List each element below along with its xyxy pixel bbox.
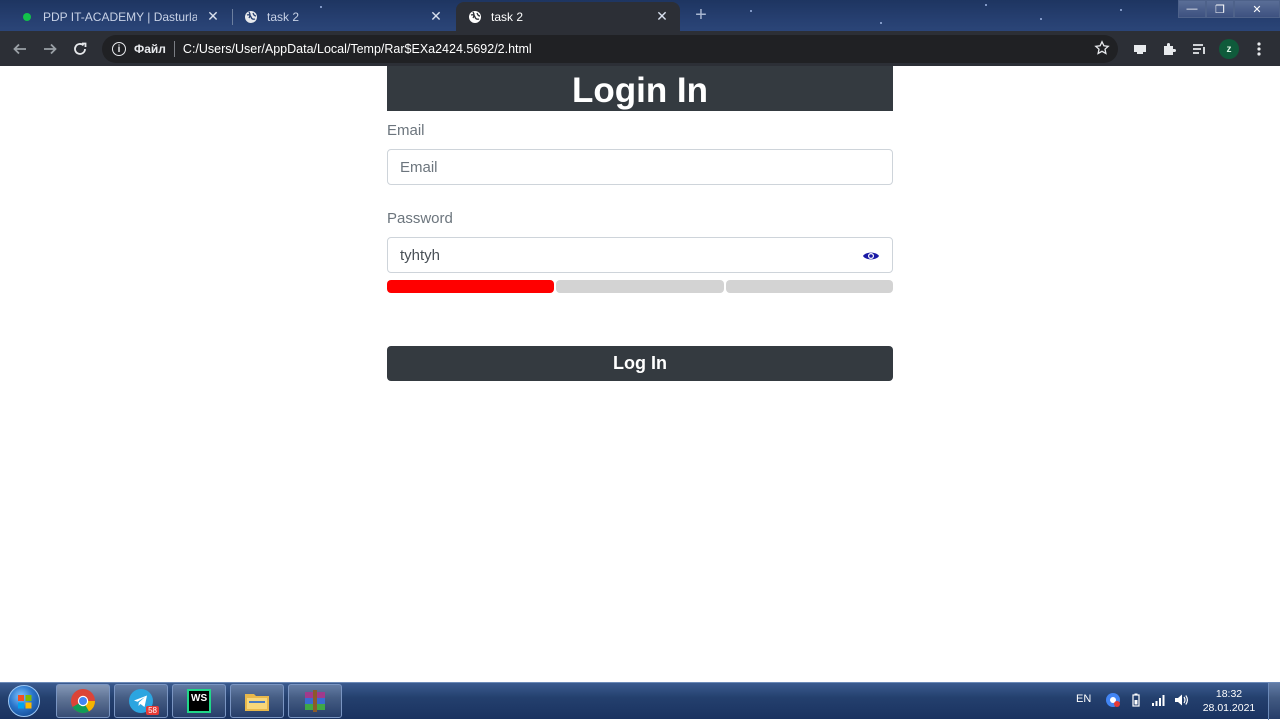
address-bar[interactable]: i Файл C:/Users/User/AppData/Local/Temp/… [102,35,1118,63]
password-label: Password [387,210,453,227]
email-placeholder: Email [400,158,438,176]
profile-avatar[interactable]: z [1219,39,1239,59]
show-desktop-button[interactable] [1268,683,1280,720]
green-dot-icon [20,10,34,24]
extensions-puzzle-icon[interactable] [1160,40,1178,58]
tab-task2-active[interactable]: task 2 ✕ [456,2,680,31]
background-star [985,4,987,6]
reload-icon [74,42,87,55]
back-button[interactable] [9,38,31,60]
forward-button[interactable] [39,38,61,60]
arrow-right-icon [44,43,57,55]
cast-icon[interactable] [1131,40,1149,58]
restore-button[interactable]: ❐ [1206,0,1234,18]
taskbar-telegram[interactable]: 58 [114,684,168,718]
windows-taskbar: 58 WS EN 18:32 28.01.2021 [0,682,1280,720]
reading-list-icon[interactable] [1190,40,1208,58]
start-button[interactable] [4,684,44,718]
chrome-icon [71,689,95,714]
close-tab-icon[interactable]: ✕ [428,8,444,25]
browser-tab-strip: PDP IT-ACADEMY | Dasturlashni ✕ task 2 ✕… [0,0,1280,31]
windows-logo-icon [8,685,40,717]
chrome-tray-icon[interactable] [1105,692,1121,708]
unread-badge: 58 [146,706,159,715]
clock-time: 18:32 [1215,688,1243,700]
bookmark-star-icon[interactable] [1094,40,1110,61]
password-value: tyhtyh [400,246,441,264]
reload-button[interactable] [69,38,91,60]
background-star [750,10,752,12]
tab-title: task 2 [267,9,300,24]
close-window-button[interactable]: ✕ [1234,0,1280,18]
webstorm-icon: WS [187,689,211,713]
browser-toolbar: i Файл C:/Users/User/AppData/Local/Temp/… [0,31,1280,66]
kebab-menu-icon[interactable] [1250,40,1268,58]
background-star [880,22,882,24]
taskbar-webstorm[interactable]: WS [172,684,226,718]
winrar-icon [305,690,325,712]
globe-icon [244,10,258,24]
clock-date: 28.01.2021 [1202,702,1256,714]
login-button[interactable]: Log In [387,346,893,381]
password-field[interactable]: tyhtyh [387,237,893,273]
battery-icon[interactable] [1128,692,1144,708]
email-label: Email [387,122,425,139]
tab-task2-first[interactable]: task 2 ✕ [232,2,454,31]
globe-icon [468,10,482,24]
tab-title: task 2 [491,9,524,24]
strength-segment [556,280,724,293]
info-icon[interactable]: i [112,42,126,56]
taskbar-winrar[interactable] [288,684,342,718]
minimize-button[interactable]: — [1178,0,1206,18]
web-page: Login In Email Email Password tyhtyh Log… [0,66,1280,682]
eye-icon[interactable] [862,247,880,265]
system-clock[interactable]: 18:32 28.01.2021 [1196,687,1262,715]
omnibox-divider [173,41,175,57]
background-star [1040,18,1042,20]
login-form: Login In Email Email Password tyhtyh Log… [387,66,893,381]
tab-pdp-academy[interactable]: PDP IT-ACADEMY | Dasturlashni ✕ [8,2,231,31]
arrow-left-icon [13,43,26,55]
background-star [1120,9,1122,11]
folder-icon [245,694,269,711]
page-title: Login In [387,66,893,111]
window-controls: — ❐ ✕ [1178,0,1280,18]
close-tab-icon[interactable]: ✕ [654,8,670,25]
new-tab-button[interactable]: + [690,5,712,27]
email-field[interactable]: Email [387,149,893,185]
language-indicator[interactable]: EN [1076,693,1091,705]
password-strength-meter [387,280,893,293]
network-signal-icon[interactable] [1151,692,1167,708]
taskbar-explorer[interactable] [230,684,284,718]
close-tab-icon[interactable]: ✕ [205,8,221,25]
volume-icon[interactable] [1173,692,1189,708]
strength-segment [725,280,893,293]
webstorm-label: WS [191,693,208,704]
strength-segment [387,280,555,293]
tab-title: PDP IT-ACADEMY | Dasturlashni [43,9,197,24]
scheme-label: Файл [134,42,166,56]
url-text[interactable]: C:/Users/User/AppData/Local/Temp/Rar$EXa… [183,42,532,56]
taskbar-chrome[interactable] [56,684,110,718]
